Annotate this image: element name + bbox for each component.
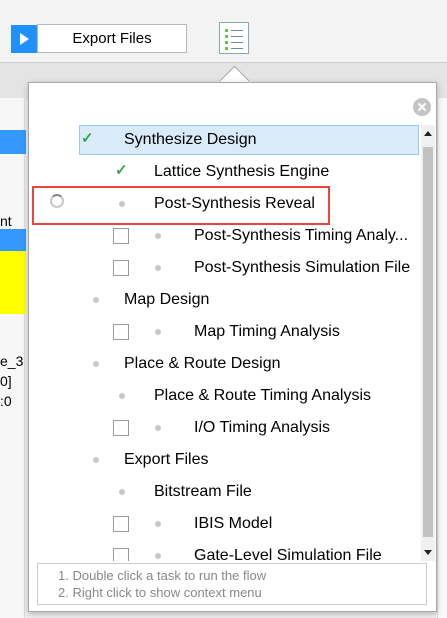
hint-text: 1. Double click a task to run the flow [58,568,267,583]
background-panel [437,98,447,618]
bullet-icon [93,457,99,463]
background-text: e_3 [0,353,24,369]
scrollbar[interactable] [421,125,435,561]
tree-item-label: Place & Route Design [124,355,281,372]
tree-item-label: Gate-Level Simulation File [194,547,382,561]
tree-item[interactable]: Map Design [29,285,421,315]
bullet-icon [155,553,161,559]
tree-item[interactable]: Bitstream File [29,477,421,507]
bullet-icon [155,521,161,527]
check-icon: ✓ [115,162,128,179]
tree-item-label: Map Timing Analysis [194,323,340,340]
check-icon: ✓ [81,130,94,147]
tree-item-label: Post-Synthesis Simulation File [194,259,411,276]
tree-item[interactable]: Gate-Level Simulation File [29,541,421,561]
tree-item[interactable]: I/O Timing Analysis [29,413,421,443]
hint-text: 2. Right click to show context menu [58,585,262,600]
task-flow-popup: ✓ Synthesize Design ✓ Lattice Synthesis Eng… [28,82,437,612]
background-selection [0,130,26,154]
tree-item[interactable]: Map Timing Analysis [29,317,421,347]
tree-item[interactable]: Post-Synthesis Timing Analy... [29,221,421,251]
scroll-down-icon[interactable] [424,550,432,555]
task-checkbox[interactable] [113,228,129,244]
task-checkbox[interactable] [113,420,129,436]
tree-item[interactable]: IBIS Model [29,509,421,539]
toolbar: Export Files [0,0,447,62]
tree-item[interactable]: ✓ Synthesize Design [29,125,421,155]
bullet-icon [119,489,125,495]
background-text: 0] [0,373,12,389]
tree-item[interactable]: Export Files [29,445,421,475]
tree-item-label: I/O Timing Analysis [194,419,331,436]
bullet-icon [93,361,99,367]
tree-item-label: Bitstream File [154,483,252,500]
task-list-icon[interactable] [219,22,249,54]
background-text: nt [0,213,12,229]
bullet-icon [155,425,161,431]
tree-item-label: Place & Route Timing Analysis [154,387,371,404]
bullet-icon [155,233,161,239]
bullet-icon [93,297,99,303]
bullet-icon [155,329,161,335]
scroll-up-icon[interactable] [424,131,432,136]
scroll-thumb[interactable] [423,147,433,537]
task-checkbox[interactable] [113,548,129,561]
tree-item[interactable]: Post-Synthesis Simulation File [29,253,421,283]
tree-item-label: Synthesize Design [124,131,257,148]
hints-panel: 1. Double click a task to run the flow 2… [37,563,427,605]
tree-item[interactable]: Place & Route Design [29,349,421,379]
task-checkbox[interactable] [113,516,129,532]
tree-item-label: Lattice Synthesis Engine [154,163,330,180]
tree-item-label: IBIS Model [194,515,273,532]
export-files-button[interactable]: Export Files [37,24,187,53]
highlight-box [32,186,330,225]
background-highlight [0,251,26,314]
bullet-icon [119,393,125,399]
background-text: :0 [0,393,12,409]
close-icon[interactable] [413,98,431,116]
tree-item-label: Post-Synthesis Timing Analy... [194,227,409,244]
tree-item-label: Export Files [124,451,209,468]
play-icon[interactable] [11,25,37,53]
tree-item-label: Map Design [124,291,210,308]
task-checkbox[interactable] [113,324,129,340]
task-checkbox[interactable] [113,260,129,276]
bullet-icon [155,265,161,271]
tree-item[interactable]: ✓ Lattice Synthesis Engine [29,157,421,187]
tree-item[interactable]: Place & Route Timing Analysis [29,381,421,411]
background-selection [0,229,26,251]
